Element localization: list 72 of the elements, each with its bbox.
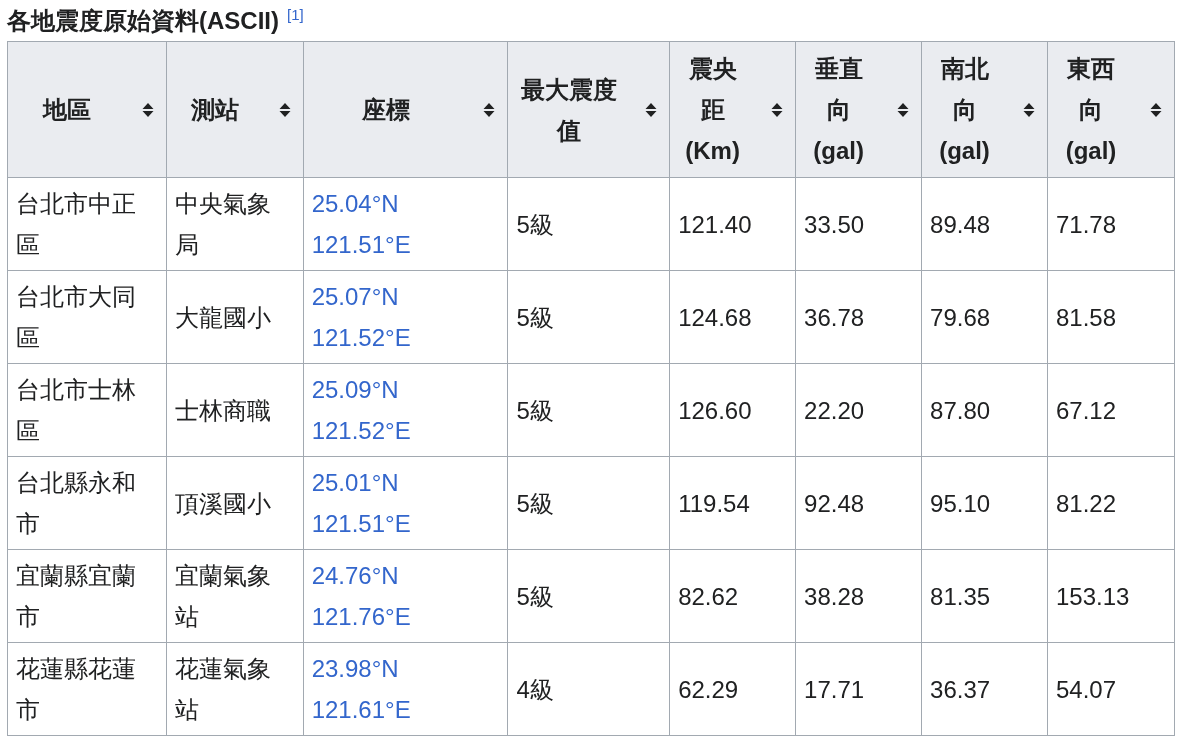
table-cell: 士林商職 — [166, 363, 304, 457]
sort-icon — [771, 102, 784, 117]
table-cell: 台北市中正區 — [7, 177, 167, 271]
column-header[interactable]: 垂直向(gal) — [795, 41, 922, 178]
latitude-link[interactable]: 25.04°N — [311, 183, 399, 224]
table-cell: 81.22 — [1047, 456, 1175, 550]
table-cell: 121.40 — [669, 177, 796, 271]
table-cell: 中央氣象局 — [166, 177, 304, 271]
table-cell: 5級 — [507, 177, 670, 271]
table-cell: 宜蘭縣宜蘭市 — [7, 549, 167, 643]
table-cell: 87.80 — [921, 363, 1048, 457]
table-cell: 71.78 — [1047, 177, 1175, 271]
sort-icon — [483, 102, 496, 117]
latitude-link[interactable]: 24.76°N — [311, 555, 399, 596]
table-cell: 81.35 — [921, 549, 1048, 643]
sort-icon — [1023, 102, 1035, 117]
sort-icon — [897, 102, 910, 117]
table-cell: 台北市士林區 — [7, 363, 167, 457]
table-cell: 82.62 — [669, 549, 796, 643]
sort-icon — [645, 102, 658, 117]
table-cell: 36.37 — [921, 642, 1048, 736]
column-header[interactable]: 南北向(gal) — [921, 41, 1048, 178]
sort-icon — [278, 102, 291, 117]
longitude-link[interactable]: 121.52°E — [311, 410, 411, 451]
table-cell: 126.60 — [669, 363, 796, 457]
column-header[interactable]: 震央距(Km) — [669, 41, 796, 178]
table-cell: 92.48 — [795, 456, 922, 550]
table-cell: 22.20 — [795, 363, 922, 457]
table-cell: 5級 — [507, 549, 670, 643]
column-header[interactable]: 座標 — [303, 41, 508, 178]
table-cell: 33.50 — [795, 177, 922, 271]
table-cell: 79.68 — [921, 270, 1048, 364]
longitude-link[interactable]: 121.51°E — [311, 224, 411, 265]
latitude-link[interactable]: 23.98°N — [311, 648, 399, 689]
table-cell: 38.28 — [795, 549, 922, 643]
table-cell: 67.12 — [1047, 363, 1175, 457]
table-cell: 54.07 — [1047, 642, 1175, 736]
table-cell: 大龍國小 — [166, 270, 304, 364]
latitude-link[interactable]: 25.07°N — [311, 276, 399, 317]
latitude-link[interactable]: 25.09°N — [311, 369, 399, 410]
table-cell: 宜蘭氣象站 — [166, 549, 304, 643]
table-cell: 花蓮縣花蓮市 — [7, 642, 167, 736]
table-cell: 95.10 — [921, 456, 1048, 550]
longitude-link[interactable]: 121.51°E — [311, 503, 411, 544]
table-cell: 5級 — [507, 363, 670, 457]
table-cell: 17.71 — [795, 642, 922, 736]
table-cell: 153.13 — [1047, 549, 1175, 643]
longitude-link[interactable]: 121.52°E — [311, 317, 411, 358]
table-cell: 81.58 — [1047, 270, 1175, 364]
table-cell: 頂溪國小 — [166, 456, 304, 550]
table-cell: 119.54 — [669, 456, 796, 550]
table-cell: 台北市大同區 — [7, 270, 167, 364]
footnote-link[interactable]: [1] — [287, 6, 304, 24]
table-cell: 36.78 — [795, 270, 922, 364]
latitude-link[interactable]: 25.01°N — [311, 462, 399, 503]
column-header[interactable]: 地區 — [7, 41, 167, 178]
sort-icon — [1150, 102, 1162, 117]
table-cell: 台北縣永和市 — [7, 456, 167, 550]
table-cell: 4級 — [507, 642, 670, 736]
column-header[interactable]: 東西向(gal) — [1047, 41, 1175, 178]
longitude-link[interactable]: 121.61°E — [311, 689, 411, 730]
table-title: 各地震度原始資料(ASCII) — [7, 6, 279, 36]
table-cell: 5級 — [507, 270, 670, 364]
table-cell: 5級 — [507, 456, 670, 550]
table-cell: 62.29 — [669, 642, 796, 736]
column-header[interactable]: 測站 — [166, 41, 304, 178]
sort-icon — [141, 102, 154, 117]
table-cell: 124.68 — [669, 270, 796, 364]
table-cell: 花蓮氣象站 — [166, 642, 304, 736]
table-cell: 89.48 — [921, 177, 1048, 271]
longitude-link[interactable]: 121.76°E — [311, 596, 411, 637]
column-header[interactable]: 最大震度值 — [507, 41, 670, 178]
